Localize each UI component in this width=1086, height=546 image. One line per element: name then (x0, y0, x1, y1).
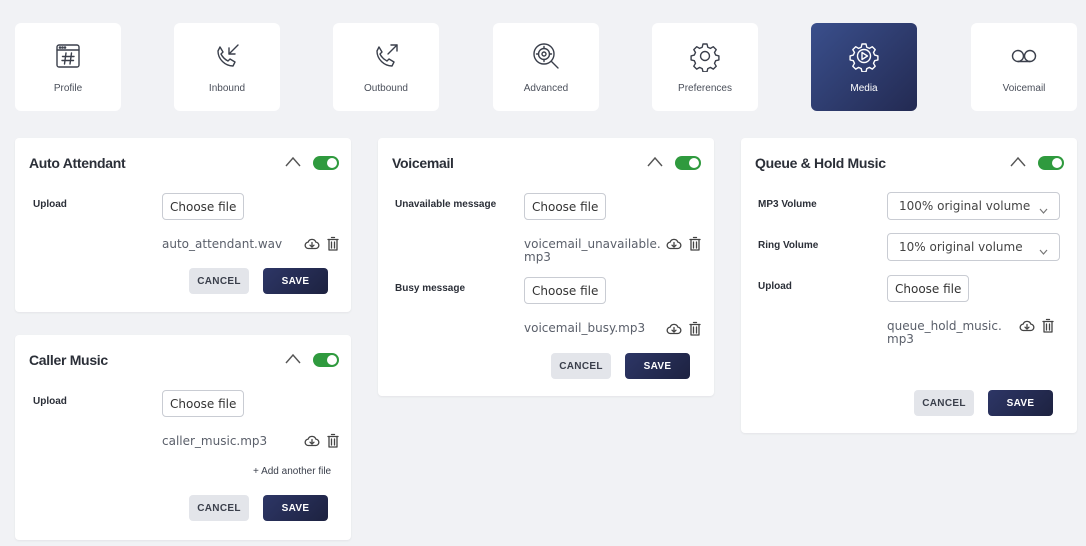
chevron-up-icon[interactable] (647, 155, 663, 167)
card-title: Auto Attendant (29, 155, 126, 171)
cancel-button[interactable]: CANCEL (189, 268, 249, 294)
voicemail-card: Voicemail Unavailable message Choose fil… (378, 138, 714, 396)
upload-label: Upload (33, 396, 67, 407)
card-title: Caller Music (29, 352, 108, 368)
tab-inbound[interactable]: Inbound (174, 23, 280, 111)
phone-outgoing-icon (369, 39, 403, 73)
queue-hold-music-card: Queue & Hold Music MP3 Volume 100% origi… (741, 138, 1077, 433)
phone-incoming-icon (210, 39, 244, 73)
save-button[interactable]: SAVE (625, 353, 690, 379)
tab-voicemail[interactable]: Voicemail (971, 23, 1077, 111)
busy-message-label: Busy message (395, 283, 466, 294)
select-value: 100% original volume (899, 199, 1031, 213)
chevron-up-icon[interactable] (285, 352, 301, 364)
file-name: auto_attendant.wav (162, 237, 283, 251)
save-button[interactable]: SAVE (263, 268, 328, 294)
toggle-knob (327, 158, 337, 168)
tab-label: Outbound (364, 83, 408, 94)
choose-file-button[interactable]: Choose file (162, 390, 245, 417)
auto-attendant-card: Auto Attendant Upload Choose file auto_a… (15, 138, 351, 312)
tab-advanced[interactable]: Advanced (493, 23, 599, 111)
cloud-download-icon[interactable] (304, 236, 320, 252)
tab-label: Inbound (208, 83, 246, 94)
tab-label: Voicemail (1002, 83, 1046, 94)
choose-file-button[interactable]: Choose file (524, 277, 607, 304)
mp3-volume-label: MP3 Volume (758, 199, 817, 210)
cancel-button[interactable]: CANCEL (189, 495, 249, 521)
cloud-download-icon[interactable] (304, 433, 320, 449)
tab-label: Advanced (523, 83, 569, 94)
queue-hold-toggle[interactable] (1038, 156, 1064, 170)
auto-attendant-toggle[interactable] (313, 156, 339, 170)
add-another-file-link[interactable]: + Add another file (253, 466, 331, 477)
gear-search-icon (529, 39, 563, 73)
voicemail-icon (1007, 39, 1041, 73)
file-name: queue_hold_music. (887, 319, 1002, 333)
cloud-download-icon[interactable] (666, 321, 682, 337)
cloud-download-icon[interactable] (666, 236, 682, 252)
chevron-up-icon[interactable] (285, 155, 301, 167)
choose-file-button[interactable]: Choose file (887, 275, 970, 302)
caller-music-card: Caller Music Upload Choose file caller_m… (15, 335, 351, 540)
tab-outbound[interactable]: Outbound (333, 23, 439, 111)
hash-window-icon (51, 39, 85, 73)
file-name: caller_music.mp3 (162, 434, 268, 448)
unavailable-message-label: Unavailable message (395, 199, 497, 210)
tab-media[interactable]: Media (811, 23, 917, 111)
file-name-continued: mp3 (524, 250, 551, 264)
trash-icon[interactable] (1040, 318, 1056, 334)
card-title: Voicemail (392, 155, 454, 171)
trash-icon[interactable] (325, 433, 341, 449)
trash-icon[interactable] (687, 321, 703, 337)
upload-label: Upload (33, 199, 67, 210)
toggle-knob (327, 355, 337, 365)
caller-music-toggle[interactable] (313, 353, 339, 367)
toggle-knob (1052, 158, 1062, 168)
chevron-down-icon (1039, 244, 1048, 255)
toggle-knob (689, 158, 699, 168)
file-name: voicemail_unavailable. (524, 237, 661, 251)
tab-profile[interactable]: Profile (15, 23, 121, 111)
gear-icon (688, 39, 722, 73)
choose-file-button[interactable]: Choose file (162, 193, 245, 220)
card-title: Queue & Hold Music (755, 155, 886, 171)
mp3-volume-select[interactable]: 100% original volume (887, 192, 1060, 220)
cancel-button[interactable]: CANCEL (551, 353, 611, 379)
voicemail-toggle[interactable] (675, 156, 701, 170)
tab-preferences[interactable]: Preferences (652, 23, 758, 111)
ring-volume-select[interactable]: 10% original volume (887, 233, 1060, 261)
trash-icon[interactable] (687, 236, 703, 252)
file-name-continued: mp3 (887, 332, 914, 346)
save-button[interactable]: SAVE (263, 495, 328, 521)
tab-label: Profile (53, 83, 83, 94)
gear-play-icon (847, 39, 881, 73)
cancel-button[interactable]: CANCEL (914, 390, 974, 416)
upload-label: Upload (758, 281, 792, 292)
chevron-down-icon (1039, 203, 1048, 214)
ring-volume-label: Ring Volume (758, 240, 819, 251)
select-value: 10% original volume (899, 240, 1023, 254)
choose-file-button[interactable]: Choose file (524, 193, 607, 220)
file-name: voicemail_busy.mp3 (524, 321, 646, 335)
chevron-up-icon[interactable] (1010, 155, 1026, 167)
settings-tab-bar: Profile Inbound Outbound Advanced Prefer… (0, 0, 1086, 120)
tab-label: Media (850, 83, 878, 94)
trash-icon[interactable] (325, 236, 341, 252)
save-button[interactable]: SAVE (988, 390, 1053, 416)
cloud-download-icon[interactable] (1019, 318, 1035, 334)
tab-label: Preferences (678, 83, 732, 94)
